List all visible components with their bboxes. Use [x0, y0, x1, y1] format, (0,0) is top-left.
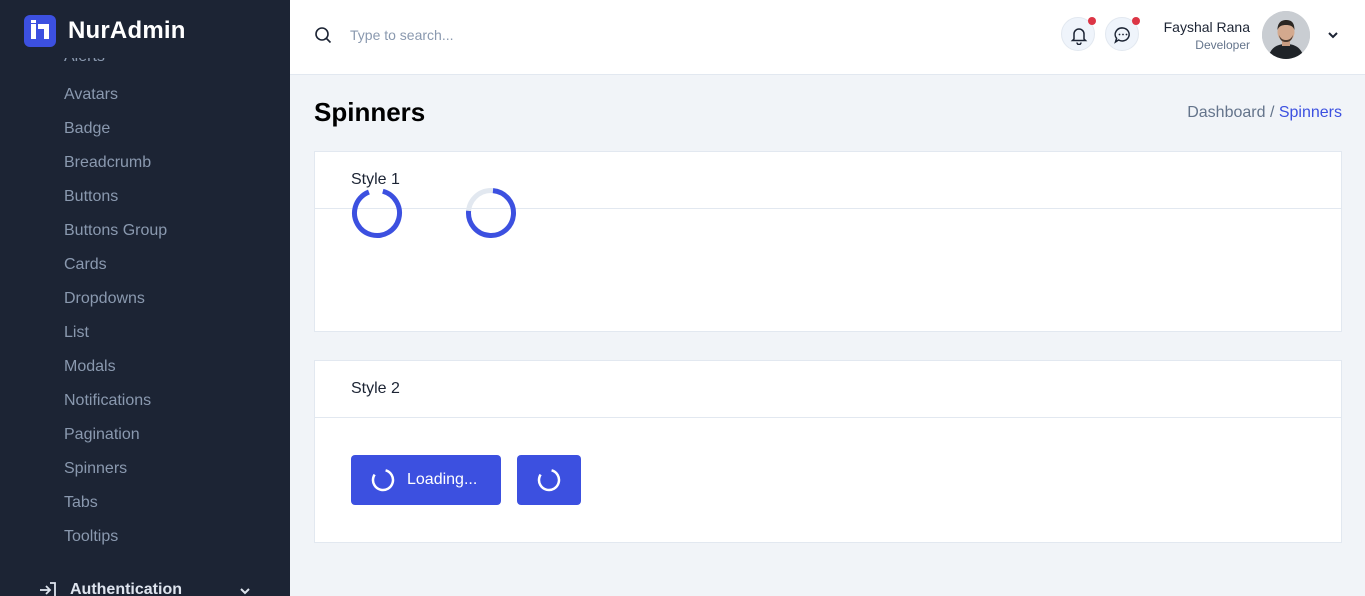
- sidebar-item-spinners[interactable]: Spinners: [64, 458, 167, 492]
- page-title: Spinners: [314, 97, 426, 127]
- sidebar-item-breadcrumb[interactable]: Breadcrumb: [64, 152, 167, 186]
- sidebar-item-label: Authentication: [70, 581, 182, 596]
- login-icon: [40, 582, 56, 596]
- sidebar-item-modals[interactable]: Modals: [64, 356, 167, 390]
- breadcrumb-current: Spinners: [1278, 104, 1342, 121]
- spinner-card-style-1: Style 1: [314, 151, 1342, 332]
- messages-button[interactable]: [1105, 17, 1140, 51]
- sidebar-item-buttons-group[interactable]: Buttons Group: [64, 220, 167, 254]
- sidebar-item-cut-off[interactable]: Alerts: [64, 58, 124, 66]
- top-header: Fayshal Rana Developer: [290, 0, 1365, 75]
- sidebar-item-dropdowns[interactable]: Dropdowns: [64, 288, 167, 322]
- notifications-button[interactable]: [1061, 17, 1096, 51]
- sidebar-item-authentication[interactable]: Authentication: [38, 580, 252, 596]
- sidebar-item-buttons[interactable]: Buttons: [64, 186, 167, 220]
- sidebar-item-pagination[interactable]: Pagination: [64, 424, 167, 458]
- message-dot: [1132, 17, 1140, 25]
- notification-dot: [1088, 17, 1096, 25]
- spinner-icon: [371, 468, 395, 492]
- breadcrumb-link-dashboard[interactable]: Dashboard /: [1187, 104, 1274, 121]
- sidebar: NurAdmin Alerts Avatars Badge Breadcrumb…: [0, 0, 290, 596]
- sidebar-item-cards[interactable]: Cards: [64, 254, 167, 288]
- sidebar-item-tabs[interactable]: Tabs: [64, 492, 167, 526]
- brand[interactable]: NurAdmin: [24, 15, 186, 47]
- spinner-button[interactable]: [517, 455, 581, 505]
- search-input[interactable]: [350, 24, 590, 46]
- chevron-down-icon[interactable]: [1326, 28, 1340, 42]
- user-name[interactable]: Fayshal Rana: [1164, 19, 1250, 35]
- bell-icon: [1070, 28, 1088, 45]
- loading-button-label: Loading...: [407, 471, 478, 488]
- sidebar-menu: Avatars Badge Breadcrumb Buttons Buttons…: [64, 84, 167, 560]
- user-role: Developer: [1195, 38, 1250, 52]
- breadcrumb: Dashboard / Spinners: [1187, 104, 1342, 122]
- sidebar-item-notifications[interactable]: Notifications: [64, 390, 167, 424]
- chat-icon: [1114, 27, 1130, 44]
- spinner-track-icon: [465, 187, 517, 244]
- chevron-down-icon: [240, 588, 250, 595]
- spinner-ring-icon: [351, 187, 403, 244]
- spinner-icon: [537, 468, 561, 492]
- card-title: Style 2: [315, 361, 1341, 418]
- sidebar-item-badge[interactable]: Badge: [64, 118, 167, 152]
- sidebar-item-avatars[interactable]: Avatars: [64, 84, 167, 118]
- sidebar-item-tooltips[interactable]: Tooltips: [64, 526, 167, 560]
- search-icon[interactable]: [314, 26, 332, 44]
- brand-logo-icon: [24, 15, 56, 47]
- loading-button[interactable]: Loading...: [351, 455, 501, 505]
- brand-name: NurAdmin: [68, 17, 186, 44]
- sidebar-item-list[interactable]: List: [64, 322, 167, 356]
- spinner-card-style-2: Style 2 Loading...: [314, 360, 1342, 543]
- avatar[interactable]: [1262, 11, 1310, 59]
